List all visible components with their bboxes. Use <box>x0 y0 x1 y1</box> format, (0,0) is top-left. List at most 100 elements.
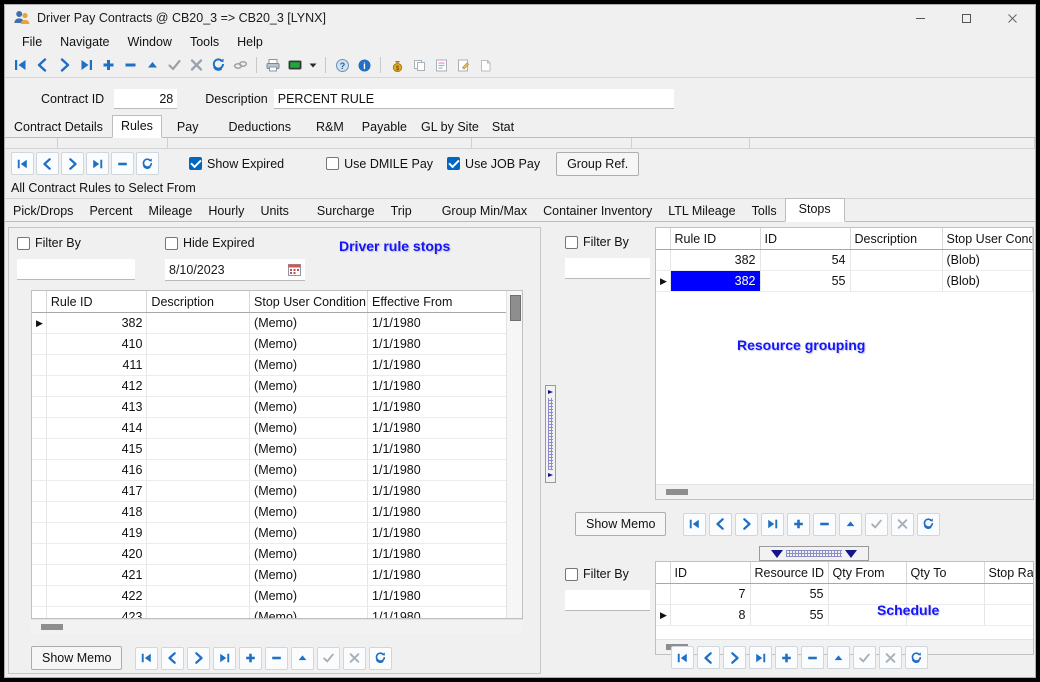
cell-description[interactable] <box>147 607 250 620</box>
cell-description[interactable] <box>147 334 250 355</box>
cell-resource-id[interactable]: 55 <box>750 605 828 626</box>
delete-record-icon[interactable] <box>801 646 824 669</box>
right-top-filter-by-box[interactable] <box>565 236 578 249</box>
table-row[interactable]: 410(Memo)1/1/1980 <box>32 334 522 355</box>
left-show-memo-button[interactable]: Show Memo <box>31 646 122 670</box>
tab-stat[interactable]: Stat <box>485 117 521 137</box>
table-row[interactable]: 420(Memo)1/1/1980 <box>32 544 522 565</box>
cell-stop-user-condition[interactable]: (Memo) <box>250 397 368 418</box>
cell-rule-id[interactable]: 423 <box>46 607 147 620</box>
cell-stop-rate[interactable]: 0 <box>984 605 1034 626</box>
cell-description[interactable] <box>147 439 250 460</box>
table-row[interactable]: ▶38255(Blob)2 <box>656 271 1034 292</box>
cell-resource-id[interactable]: 55 <box>750 584 828 605</box>
last-record-icon[interactable] <box>75 54 97 76</box>
right-top-filter-input[interactable] <box>565 258 650 279</box>
table-row[interactable]: 413(Memo)1/1/1980 <box>32 397 522 418</box>
cell-stop-user-condition[interactable]: (Memo) <box>250 481 368 502</box>
cell-effective-from[interactable]: 1/1/1980 <box>368 586 522 607</box>
cell-stop-user-condition[interactable]: (Memo) <box>250 544 368 565</box>
cell-rule-id[interactable]: 422 <box>46 586 147 607</box>
cell-effective-from[interactable]: 1/1/1980 <box>368 397 522 418</box>
cell-rule-id[interactable]: 416 <box>46 460 147 481</box>
cell-effective-from[interactable]: 1/1/1980 <box>368 523 522 544</box>
rule-tab-tolls[interactable]: Tolls <box>744 200 785 221</box>
rules-grid-vscrollbar[interactable] <box>506 291 522 618</box>
resource-grouping-hthumb[interactable] <box>666 489 688 495</box>
refresh-icon[interactable] <box>905 646 928 669</box>
last-record-icon[interactable] <box>749 646 772 669</box>
previous-record-icon[interactable] <box>709 513 732 536</box>
dropdown-arrow-icon[interactable] <box>306 54 320 76</box>
refresh-icon[interactable] <box>207 54 229 76</box>
table-row[interactable]: 411(Memo)1/1/1980 <box>32 355 522 376</box>
refresh-icon[interactable] <box>369 647 392 670</box>
col-qty-to[interactable]: Qty To <box>906 562 984 584</box>
tab-rm[interactable]: R&M <box>306 117 354 137</box>
maximize-button[interactable] <box>943 5 989 31</box>
col-id[interactable]: ID <box>670 562 750 584</box>
previous-record-icon[interactable] <box>31 54 53 76</box>
panel-splitter[interactable] <box>541 227 559 676</box>
cell-stop-user-condition[interactable]: (Memo) <box>250 607 368 620</box>
rule-tab-ltl-mileage[interactable]: LTL Mileage <box>660 200 743 221</box>
cell-effective-from[interactable]: 1/1/1980 <box>368 544 522 565</box>
add-record-icon[interactable] <box>97 54 119 76</box>
cell-description[interactable] <box>850 250 942 271</box>
col-rule-id[interactable]: Rule ID <box>46 291 147 313</box>
cell-description[interactable] <box>850 271 942 292</box>
cell-description[interactable] <box>147 355 250 376</box>
rule-tab-hourly[interactable]: Hourly <box>200 200 252 221</box>
horizontal-splitter-handle[interactable] <box>759 546 869 561</box>
table-row[interactable]: 421(Memo)1/1/1980 <box>32 565 522 586</box>
refresh-icon[interactable] <box>136 152 159 175</box>
delete-record-icon[interactable] <box>265 647 288 670</box>
cell-rule-id[interactable]: 414 <box>46 418 147 439</box>
edit-record-icon[interactable] <box>291 647 314 670</box>
cell-effective-from[interactable]: 1/1/1980 <box>368 355 522 376</box>
use-job-pay-checkbox[interactable]: Use JOB Pay <box>447 157 540 171</box>
cell-description[interactable] <box>147 376 250 397</box>
screen-icon[interactable] <box>284 54 306 76</box>
cell-stop-user-condition[interactable]: (Memo) <box>250 334 368 355</box>
edit-record-icon[interactable] <box>827 646 850 669</box>
cell-stop-user-condition[interactable]: (Memo) <box>250 439 368 460</box>
cell-stop-user-condition[interactable]: (Memo) <box>250 355 368 376</box>
rules-grid-hscrollbar[interactable] <box>31 619 523 634</box>
use-job-pay-box[interactable] <box>447 157 460 170</box>
menu-item-tools[interactable]: Tools <box>181 33 228 51</box>
cell-description[interactable] <box>147 502 250 523</box>
rule-tab-group-min-max[interactable]: Group Min/Max <box>434 200 535 221</box>
next-record-icon[interactable] <box>53 54 75 76</box>
right-bottom-filter-by-checkbox[interactable]: Filter By <box>565 567 653 581</box>
cell-effective-from[interactable]: 1/1/1980 <box>368 376 522 397</box>
add-record-icon[interactable] <box>775 646 798 669</box>
table-row[interactable]: 38254(Blob)1 <box>656 250 1034 271</box>
col-id[interactable]: ID <box>760 228 850 250</box>
right-top-filter-by-checkbox[interactable]: Filter By <box>565 235 653 249</box>
cell-effective-from[interactable]: 1/1/1980 <box>368 313 522 334</box>
rules-grid-vthumb[interactable] <box>510 295 521 321</box>
cell-effective-from[interactable]: 1/1/1980 <box>368 418 522 439</box>
col-effective-from[interactable]: Effective From <box>368 291 522 313</box>
tab-pay[interactable]: Pay <box>162 117 214 137</box>
rule-tab-percent[interactable]: Percent <box>81 200 140 221</box>
first-record-icon[interactable] <box>11 152 34 175</box>
rule-tab-pick-drops[interactable]: Pick/Drops <box>5 200 81 221</box>
col-stop-user-condition[interactable]: Stop User Condition <box>250 291 368 313</box>
close-button[interactable] <box>989 5 1035 31</box>
description-field[interactable] <box>274 89 674 109</box>
cell-rule-id[interactable]: 382 <box>670 271 760 292</box>
cell-id[interactable]: 8 <box>670 605 750 626</box>
left-filter-by-box[interactable] <box>17 237 30 250</box>
cell-effective-from[interactable]: 1/1/1980 <box>368 334 522 355</box>
cell-stop-user-condition[interactable]: (Blob) <box>942 271 1032 292</box>
effective-date-input[interactable]: 8/10/2023 <box>165 259 305 281</box>
cell-rule-id[interactable]: 382 <box>46 313 147 334</box>
menu-item-navigate[interactable]: Navigate <box>51 33 118 51</box>
info-icon[interactable]: i <box>353 54 375 76</box>
col-rule-id[interactable]: Rule ID <box>670 228 760 250</box>
rule-tab-trip[interactable]: Trip <box>383 200 420 221</box>
panel-splitter-handle[interactable] <box>545 385 556 483</box>
rule-tab-surcharge[interactable]: Surcharge <box>309 200 383 221</box>
